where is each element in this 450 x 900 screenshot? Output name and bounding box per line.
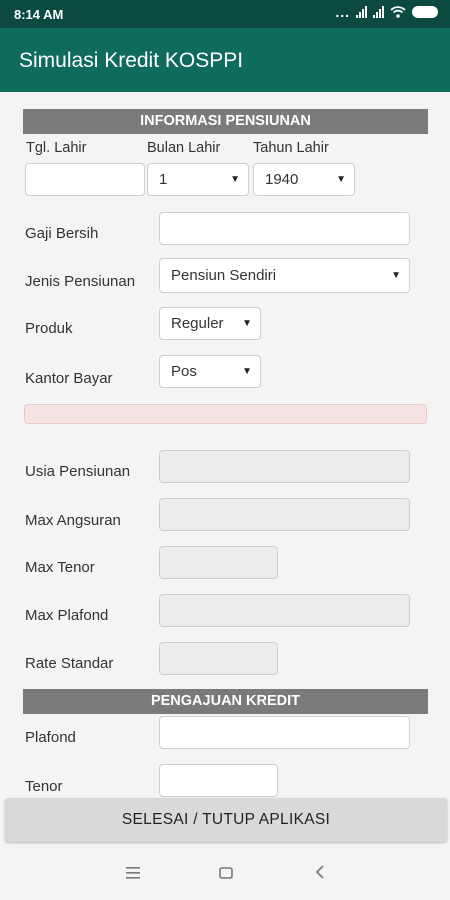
form-content[interactable]: INFORMASI PENSIUNAN Tgl. Lahir Bulan Lah… bbox=[0, 92, 450, 798]
battery-icon bbox=[412, 6, 438, 18]
label-tahun-lahir: Tahun Lahir bbox=[253, 140, 329, 156]
produk-select[interactable]: Reguler ▼ bbox=[159, 307, 261, 340]
label-gaji-bersih: Gaji Bersih bbox=[25, 225, 99, 242]
tenor-input[interactable] bbox=[159, 764, 278, 797]
dropdown-arrow-icon: ▼ bbox=[242, 318, 252, 329]
dropdown-arrow-icon: ▼ bbox=[336, 174, 346, 185]
bulan-lahir-value: 1 bbox=[159, 171, 168, 188]
label-tenor: Tenor bbox=[25, 778, 63, 795]
wifi-icon bbox=[390, 6, 406, 18]
label-bulan-lahir: Bulan Lahir bbox=[147, 140, 221, 156]
notification-dots: ... bbox=[335, 4, 350, 20]
status-bar: 8:14 AM ... bbox=[0, 0, 450, 28]
usia-pensiunan-field bbox=[159, 450, 410, 483]
navigation-bar bbox=[0, 846, 450, 900]
dropdown-arrow-icon: ▼ bbox=[391, 270, 401, 281]
label-max-plafond: Max Plafond bbox=[25, 607, 109, 624]
status-time: 8:14 AM bbox=[14, 7, 64, 22]
section-header-pengajuan: PENGAJUAN KREDIT bbox=[23, 689, 428, 714]
back-icon[interactable] bbox=[310, 863, 330, 883]
kantor-bayar-select[interactable]: Pos ▼ bbox=[159, 355, 261, 388]
tgl-lahir-input[interactable] bbox=[25, 163, 145, 196]
label-usia-pensiunan: Usia Pensiunan bbox=[25, 463, 131, 480]
dropdown-arrow-icon: ▼ bbox=[242, 366, 252, 377]
label-produk: Produk bbox=[25, 320, 73, 337]
bulan-lahir-select[interactable]: 1 ▼ bbox=[147, 163, 249, 196]
rate-standar-field bbox=[159, 642, 278, 675]
produk-value: Reguler bbox=[171, 315, 224, 332]
max-plafond-field bbox=[159, 594, 410, 627]
label-tgl-lahir: Tgl. Lahir bbox=[26, 140, 87, 156]
label-rate-standar: Rate Standar bbox=[25, 655, 114, 672]
alert-bar bbox=[24, 404, 427, 424]
label-jenis-pensiunan: Jenis Pensiunan bbox=[25, 273, 136, 290]
home-icon[interactable] bbox=[216, 863, 236, 883]
label-max-tenor: Max Tenor bbox=[25, 559, 95, 576]
tahun-lahir-value: 1940 bbox=[265, 171, 299, 188]
app-bar: Simulasi Kredit KOSPPI bbox=[0, 28, 450, 92]
jenis-pensiunan-select[interactable]: Pensiun Sendiri ▼ bbox=[159, 258, 410, 293]
label-max-angsuran: Max Angsuran bbox=[25, 512, 121, 529]
signal-icon bbox=[356, 6, 367, 18]
selesai-tutup-button[interactable]: SELESAI / TUTUP APLIKASI bbox=[5, 798, 447, 842]
status-icons: ... bbox=[335, 4, 438, 20]
jenis-pensiunan-value: Pensiun Sendiri bbox=[171, 267, 277, 284]
tahun-lahir-select[interactable]: 1940 ▼ bbox=[253, 163, 355, 196]
plafond-input[interactable] bbox=[159, 716, 410, 749]
gaji-bersih-input[interactable] bbox=[159, 212, 410, 245]
kantor-bayar-value: Pos bbox=[171, 363, 197, 380]
dropdown-arrow-icon: ▼ bbox=[230, 174, 240, 185]
section-header-informasi: INFORMASI PENSIUNAN bbox=[23, 109, 428, 134]
label-plafond: Plafond bbox=[25, 729, 76, 746]
signal-icon-2 bbox=[373, 6, 384, 18]
app-title: Simulasi Kredit KOSPPI bbox=[19, 49, 244, 72]
max-angsuran-field bbox=[159, 498, 410, 531]
label-kantor-bayar: Kantor Bayar bbox=[25, 370, 113, 387]
menu-icon[interactable] bbox=[123, 863, 143, 883]
max-tenor-field bbox=[159, 546, 278, 579]
